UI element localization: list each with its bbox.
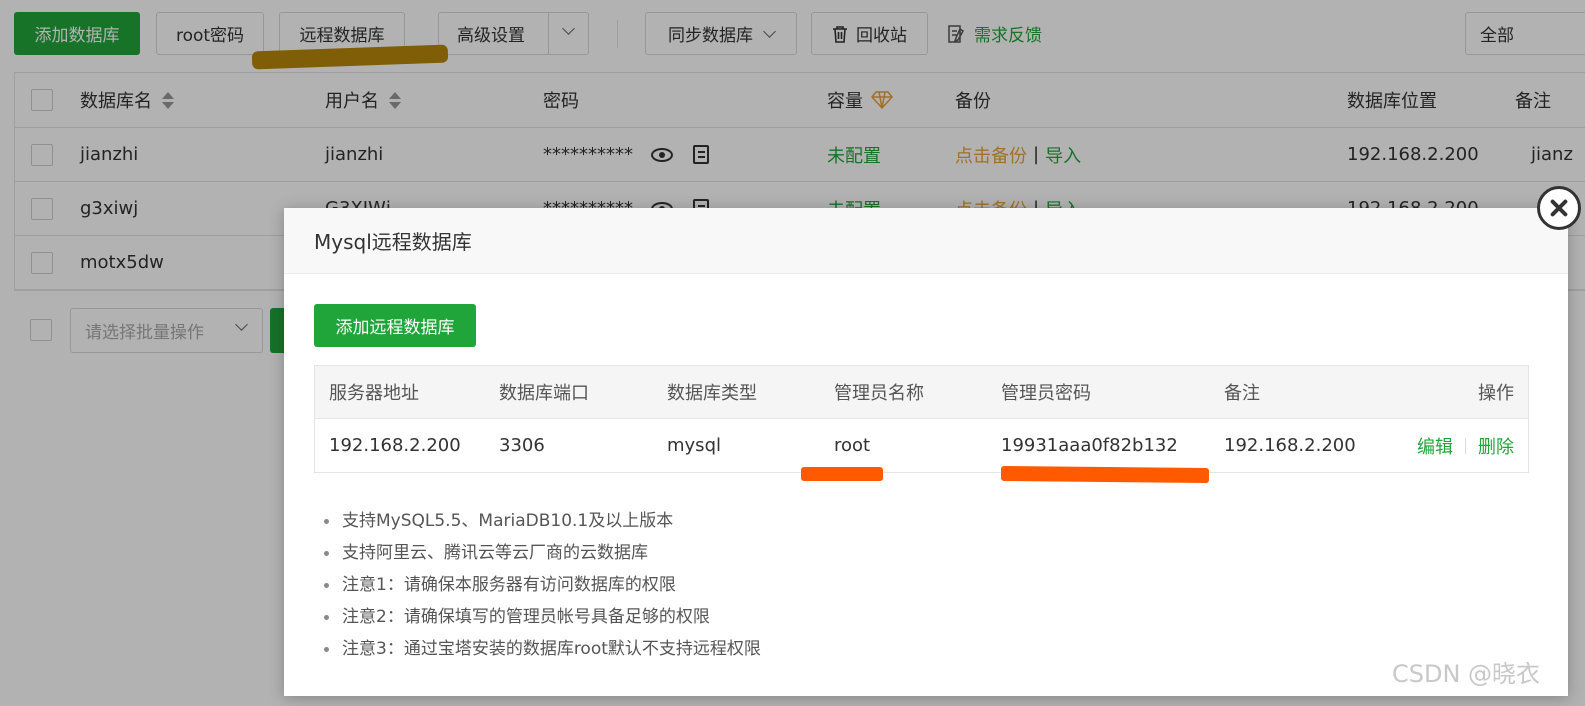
add-remote-database-button[interactable]: 添加远程数据库: [314, 304, 476, 347]
header-host: 服务器地址: [329, 383, 419, 404]
table-row: 192.168.2.200 3306 mysql root 19931aaa0f…: [315, 419, 1528, 472]
remote-database-dialog: Mysql远程数据库 添加远程数据库 服务器地址 数据库端口 数据库类型 管理员…: [284, 208, 1568, 696]
table-header: 服务器地址 数据库端口 数据库类型 管理员名称 管理员密码 备注 操作: [315, 366, 1528, 419]
remote-admin-password: 19931aaa0f82b132: [1001, 435, 1178, 456]
watermark: CSDN @晓衣: [1392, 660, 1541, 688]
list-item: 注意1：请确保本服务器有访问数据库的权限: [324, 572, 761, 604]
underline-mark: [1000, 465, 1210, 484]
header-type: 数据库类型: [667, 383, 757, 404]
remote-type: mysql: [667, 435, 721, 456]
close-dialog-button[interactable]: [1537, 186, 1581, 230]
list-item: 注意2：请确保填写的管理员帐号具备足够的权限: [324, 604, 761, 636]
notes-list: 支持MySQL5.5、MariaDB10.1及以上版本 支持阿里云、腾讯云等云厂…: [324, 508, 761, 668]
remote-database-table: 服务器地址 数据库端口 数据库类型 管理员名称 管理员密码 备注 操作 192.…: [314, 365, 1529, 473]
list-item: 支持MySQL5.5、MariaDB10.1及以上版本: [324, 508, 761, 540]
remote-note: 192.168.2.200: [1224, 435, 1356, 456]
remote-port: 3306: [499, 435, 545, 456]
delete-link[interactable]: 删除: [1478, 433, 1514, 459]
header-admin-password: 管理员密码: [1001, 383, 1091, 404]
dialog-title: Mysql远程数据库: [284, 208, 1568, 274]
header-ops: 操作: [1478, 383, 1514, 404]
edit-link[interactable]: 编辑: [1417, 433, 1453, 459]
remote-admin: root: [834, 435, 871, 456]
header-admin: 管理员名称: [834, 383, 924, 404]
underline-mark: [801, 467, 883, 481]
remote-host: 192.168.2.200: [329, 435, 461, 456]
header-port: 数据库端口: [499, 383, 589, 404]
list-item: 支持阿里云、腾讯云等云厂商的云数据库: [324, 540, 761, 572]
header-note: 备注: [1224, 383, 1260, 404]
list-item: 注意3：通过宝塔安装的数据库root默认不支持远程权限: [324, 636, 761, 668]
